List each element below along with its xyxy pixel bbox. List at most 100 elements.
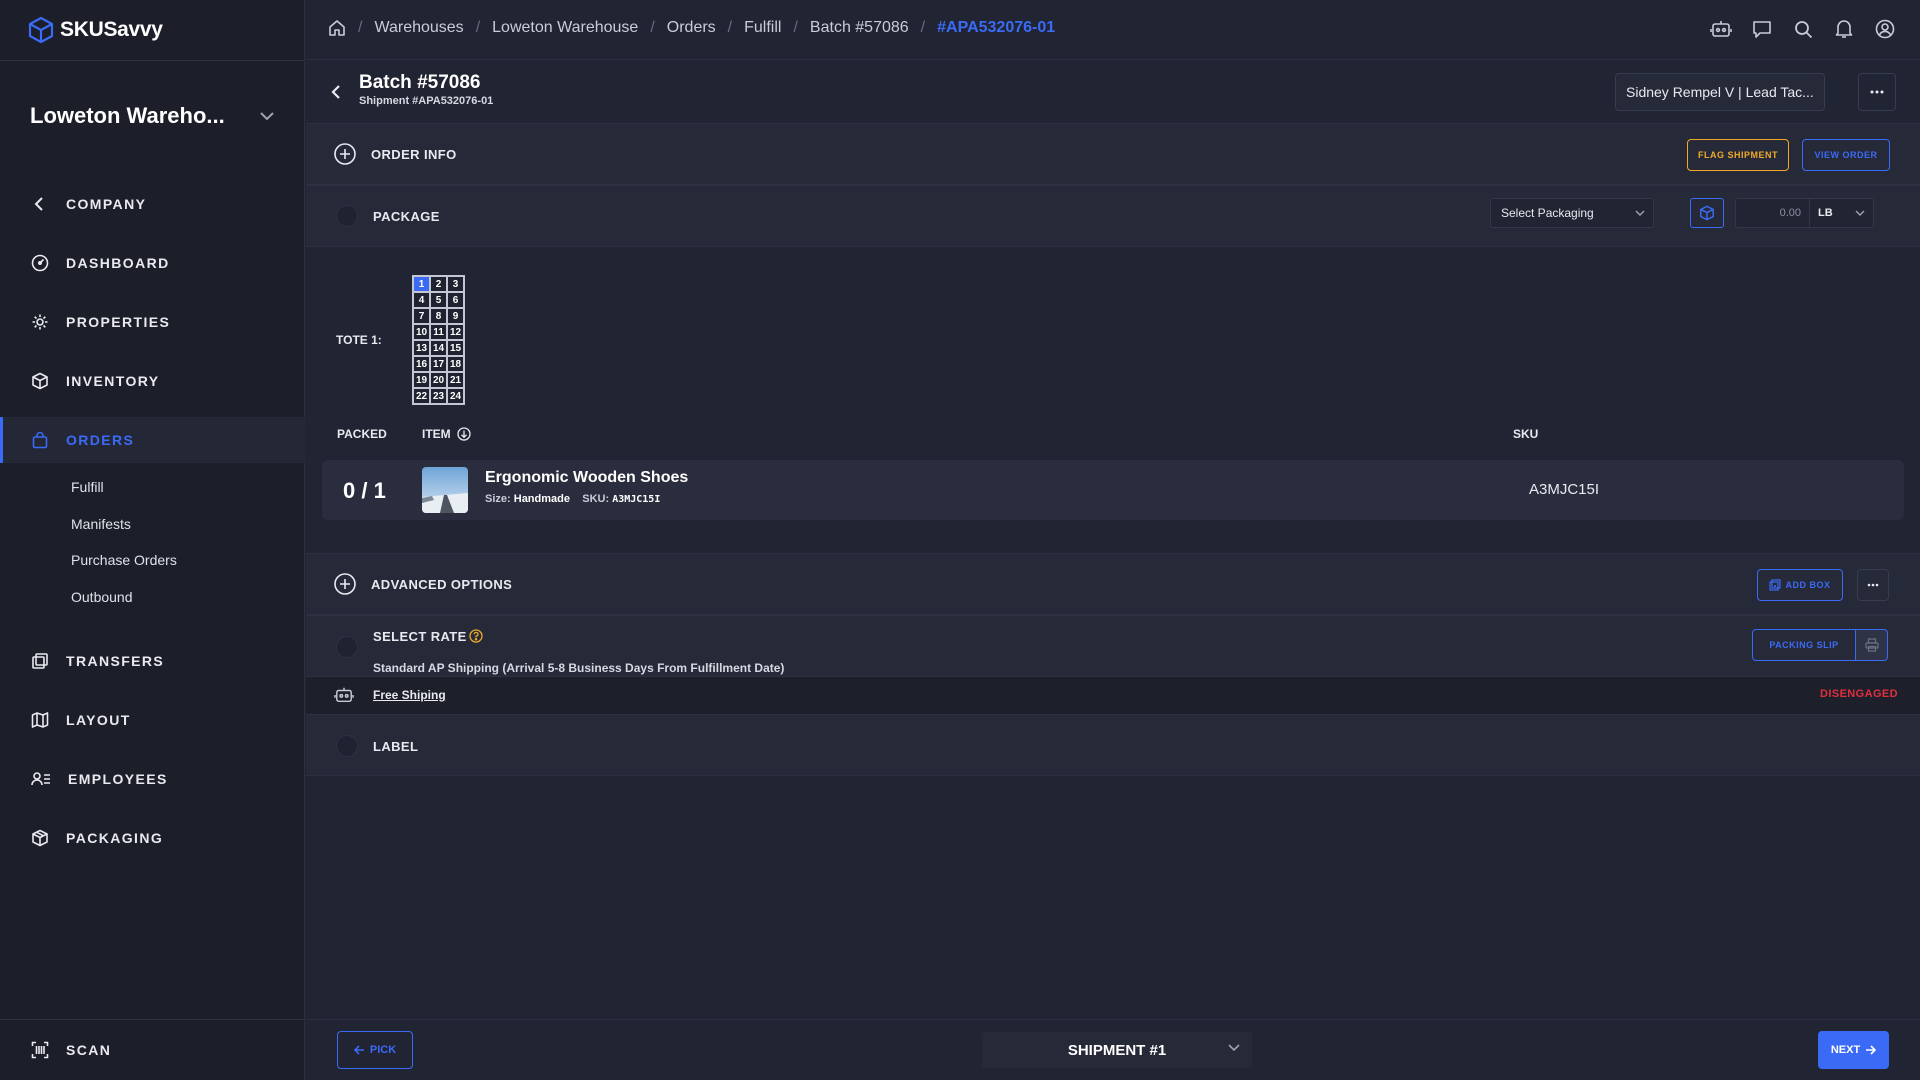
tote-slot[interactable]: 14 (430, 340, 447, 356)
tote-slot[interactable]: 13 (413, 340, 430, 356)
tote-slot[interactable]: 10 (413, 324, 430, 340)
product-name[interactable]: Ergonomic Wooden Shoes (485, 469, 688, 487)
nav-transfers[interactable]: TRANSFERS (0, 638, 305, 684)
section-title: SELECT RATE (373, 629, 467, 644)
step-status-circle (336, 205, 358, 227)
tote-slot[interactable]: 8 (430, 308, 447, 324)
warehouse-selector[interactable]: Loweton Wareho... (30, 100, 275, 132)
help-icon[interactable] (469, 629, 483, 643)
step-status-circle (336, 735, 358, 757)
top-bar: / Warehouses / Loweton Warehouse / Order… (306, 0, 1920, 60)
header-more-button[interactable] (1858, 73, 1896, 111)
table-row[interactable]: 0 / 1 Ergonomic Wooden Shoes Size: Handm… (322, 460, 1904, 520)
tote-slot[interactable]: 24 (447, 388, 464, 404)
sidebar-divider (0, 60, 305, 61)
section-title: ADVANCED OPTIONS (371, 577, 513, 592)
packing-slip-split-button: PACKING SLIP (1752, 629, 1888, 661)
weight-unit-select[interactable]: LB (1810, 198, 1874, 228)
tote-slot[interactable]: 15 (447, 340, 464, 356)
section-title: LABEL (373, 739, 419, 754)
robot-icon[interactable] (1710, 18, 1732, 40)
chevron-down-icon (1855, 210, 1865, 216)
tote-slot[interactable]: 3 (447, 276, 464, 292)
tote-slot[interactable]: 17 (430, 356, 447, 372)
tote-slot[interactable]: 1 (413, 276, 430, 292)
warehouse-name: Loweton Wareho... (30, 103, 225, 128)
more-dots-icon (1870, 90, 1884, 94)
packaging-box-button[interactable] (1690, 198, 1724, 228)
subnav-outbound[interactable]: Outbound (71, 589, 133, 605)
bell-icon[interactable] (1833, 18, 1855, 40)
column-header-packed: PACKED (337, 427, 387, 441)
chevron-down-icon (259, 111, 275, 121)
weight-input[interactable]: 0.00 (1735, 198, 1810, 228)
subnav-fulfill[interactable]: Fulfill (71, 479, 104, 495)
add-box-button[interactable]: ADD BOX (1757, 569, 1843, 601)
nav-orders[interactable]: ORDERS (0, 417, 305, 463)
weight-unit-value: LB (1818, 207, 1833, 219)
chevron-left-icon (31, 195, 49, 213)
tote-label: TOTE 1: (336, 333, 382, 347)
tote-slot[interactable]: 7 (413, 308, 430, 324)
breadcrumb-separator: / (358, 19, 363, 36)
column-header-label: SKU (1513, 427, 1539, 441)
packaging-select[interactable]: Select Packaging (1490, 198, 1654, 228)
tote-slot[interactable]: 23 (430, 388, 447, 404)
user-account-icon[interactable] (1874, 18, 1896, 40)
user-role-select[interactable]: Sidney Rempel V | Lead Tac... (1615, 73, 1825, 111)
breadcrumb-fulfill[interactable]: Fulfill (744, 19, 781, 37)
pick-button[interactable]: PICK (337, 1031, 413, 1069)
search-icon[interactable] (1792, 18, 1814, 40)
nav-company[interactable]: COMPANY (0, 181, 305, 227)
tote-slot[interactable]: 4 (413, 292, 430, 308)
nav-inventory[interactable]: INVENTORY (0, 358, 305, 404)
nav-properties[interactable]: PROPERTIES (0, 299, 305, 345)
sort-arrow-icon (457, 427, 471, 441)
sidebar-divider (0, 1019, 305, 1020)
tote-slot[interactable]: 16 (413, 356, 430, 372)
breadcrumb-batch[interactable]: Batch #57086 (810, 19, 909, 37)
tote-slot[interactable]: 12 (447, 324, 464, 340)
packing-slip-button[interactable]: PACKING SLIP (1752, 629, 1856, 661)
flag-shipment-button[interactable]: FLAG SHIPMENT (1687, 139, 1789, 171)
nav-packaging[interactable]: PACKAGING (0, 815, 305, 861)
nav-scan[interactable]: SCAN (0, 1027, 305, 1073)
nav-label: EMPLOYEES (68, 771, 168, 787)
chat-icon[interactable] (1751, 18, 1773, 40)
rate-detail[interactable]: Standard AP Shipping (Arrival 5-8 Busine… (373, 661, 784, 675)
tote-slot[interactable]: 19 (413, 372, 430, 388)
bag-icon (31, 431, 49, 449)
nav-employees[interactable]: EMPLOYEES (0, 756, 305, 802)
breadcrumb-warehouse[interactable]: Loweton Warehouse (492, 19, 638, 37)
back-arrow-icon[interactable] (328, 83, 346, 101)
rule-link[interactable]: Free Shiping (373, 688, 446, 702)
chevron-down-icon (1635, 210, 1645, 216)
expand-plus-icon[interactable] (334, 143, 356, 165)
column-header-item[interactable]: ITEM (422, 427, 471, 441)
view-order-button[interactable]: VIEW ORDER (1802, 139, 1890, 171)
nav-layout[interactable]: LAYOUT (0, 697, 305, 743)
home-icon[interactable] (328, 19, 346, 37)
tote-slot[interactable]: 22 (413, 388, 430, 404)
tote-slot[interactable]: 2 (430, 276, 447, 292)
next-button[interactable]: NEXT (1818, 1031, 1889, 1069)
automation-rule-row: Free Shiping DISENGAGED (306, 677, 1920, 714)
subnav-manifests[interactable]: Manifests (71, 516, 131, 532)
app-logo[interactable]: SKUSavvy (28, 16, 163, 44)
nav-dashboard[interactable]: DASHBOARD (0, 240, 305, 286)
nav-label: PROPERTIES (66, 314, 171, 330)
breadcrumb-warehouses[interactable]: Warehouses (374, 19, 463, 37)
tote-slot[interactable]: 21 (447, 372, 464, 388)
tote-slot[interactable]: 18 (447, 356, 464, 372)
tote-slot[interactable]: 11 (430, 324, 447, 340)
tote-slot[interactable]: 5 (430, 292, 447, 308)
shipment-select[interactable]: SHIPMENT #1 (982, 1032, 1252, 1068)
tote-slot[interactable]: 20 (430, 372, 447, 388)
expand-plus-icon[interactable] (334, 573, 356, 595)
print-button[interactable] (1856, 629, 1888, 661)
breadcrumb-orders[interactable]: Orders (667, 19, 716, 37)
tote-slot[interactable]: 6 (447, 292, 464, 308)
advanced-more-button[interactable] (1857, 569, 1889, 601)
subnav-purchase-orders[interactable]: Purchase Orders (71, 552, 177, 568)
tote-slot[interactable]: 9 (447, 308, 464, 324)
